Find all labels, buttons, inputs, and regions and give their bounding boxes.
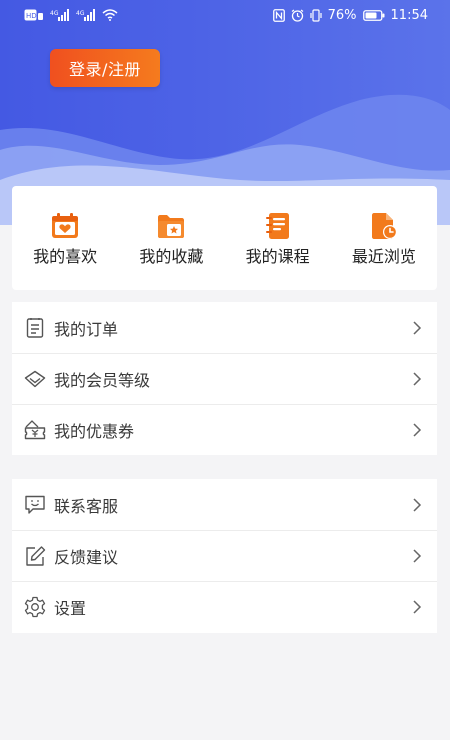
menu-item-label: 我的订单 (54, 319, 119, 339)
signal-4g-icon: 4G (50, 9, 69, 21)
edit-icon (24, 545, 46, 567)
notebook-icon (265, 213, 289, 239)
quick-action-likes[interactable]: 我的喜欢 (15, 211, 115, 267)
chevron-right-icon (411, 497, 423, 512)
gear-icon (24, 596, 46, 618)
login-register-button[interactable]: 登录/注册 (50, 49, 160, 87)
svg-text:4G: 4G (50, 10, 59, 17)
chevron-right-icon (411, 600, 423, 614)
svg-text:HD: HD (26, 12, 37, 20)
order-list-icon (24, 317, 46, 339)
alarm-icon (291, 9, 303, 22)
hd-icon: HD (24, 9, 43, 21)
menu-item-label: 我的会员等级 (54, 371, 151, 390)
nfc-icon (272, 8, 285, 22)
quick-actions-card: 我的喜欢 我的收藏 我的课程 最近浏览 (12, 186, 437, 290)
star-folder-icon (158, 215, 185, 238)
menu-item-orders[interactable]: 我的订单 (12, 302, 437, 353)
quick-action-label: 最近浏览 (351, 247, 416, 266)
menu-item-membership-level[interactable]: 我的会员等级 (12, 353, 437, 404)
quick-action-recent[interactable]: 最近浏览 (334, 211, 434, 267)
quick-action-courses[interactable]: 我的课程 (228, 211, 328, 267)
menu-item-feedback[interactable]: 反馈建议 (12, 530, 437, 581)
heart-calendar-icon (52, 213, 79, 238)
svg-text:4G: 4G (76, 10, 85, 17)
quick-action-label: 我的收藏 (139, 247, 204, 266)
menu-item-label: 设置 (54, 599, 87, 618)
wifi-icon (102, 9, 118, 21)
status-bar-left: HD 4G 4G (24, 9, 118, 21)
chevron-right-icon (411, 549, 423, 563)
quick-action-favorites[interactable]: 我的收藏 (121, 211, 221, 267)
diamond-icon (24, 368, 46, 390)
menu-group-support: 联系客服 反馈建议 设置 (12, 479, 437, 633)
chevron-right-icon (411, 423, 423, 437)
battery-percent: 76% (327, 7, 357, 23)
status-bar-right: 76% 11:54 (272, 7, 428, 23)
chevron-right-icon (411, 320, 423, 335)
coupon-icon (24, 419, 46, 441)
menu-item-label: 反馈建议 (54, 548, 119, 567)
menu-item-label: 联系客服 (54, 496, 119, 516)
battery-icon (362, 9, 385, 21)
signal-4g-icon: 4G (76, 9, 95, 21)
recent-file-icon (371, 213, 397, 239)
status-bar: HD 4G 4G 76% 11:54 (0, 0, 450, 30)
chevron-right-icon (411, 372, 423, 386)
quick-action-label: 我的课程 (245, 247, 310, 266)
clock-time: 11:54 (390, 7, 428, 23)
chat-smile-icon (24, 494, 46, 516)
menu-item-settings[interactable]: 设置 (12, 581, 437, 632)
menu-group-account: 我的订单 我的会员等级 我的优惠券 (12, 302, 437, 455)
vibrate-icon (310, 8, 322, 22)
menu-item-coupons[interactable]: 我的优惠券 (12, 404, 437, 455)
menu-item-label: 我的优惠券 (54, 422, 135, 441)
quick-action-label: 我的喜欢 (33, 247, 98, 266)
menu-item-customer-service[interactable]: 联系客服 (12, 479, 437, 530)
